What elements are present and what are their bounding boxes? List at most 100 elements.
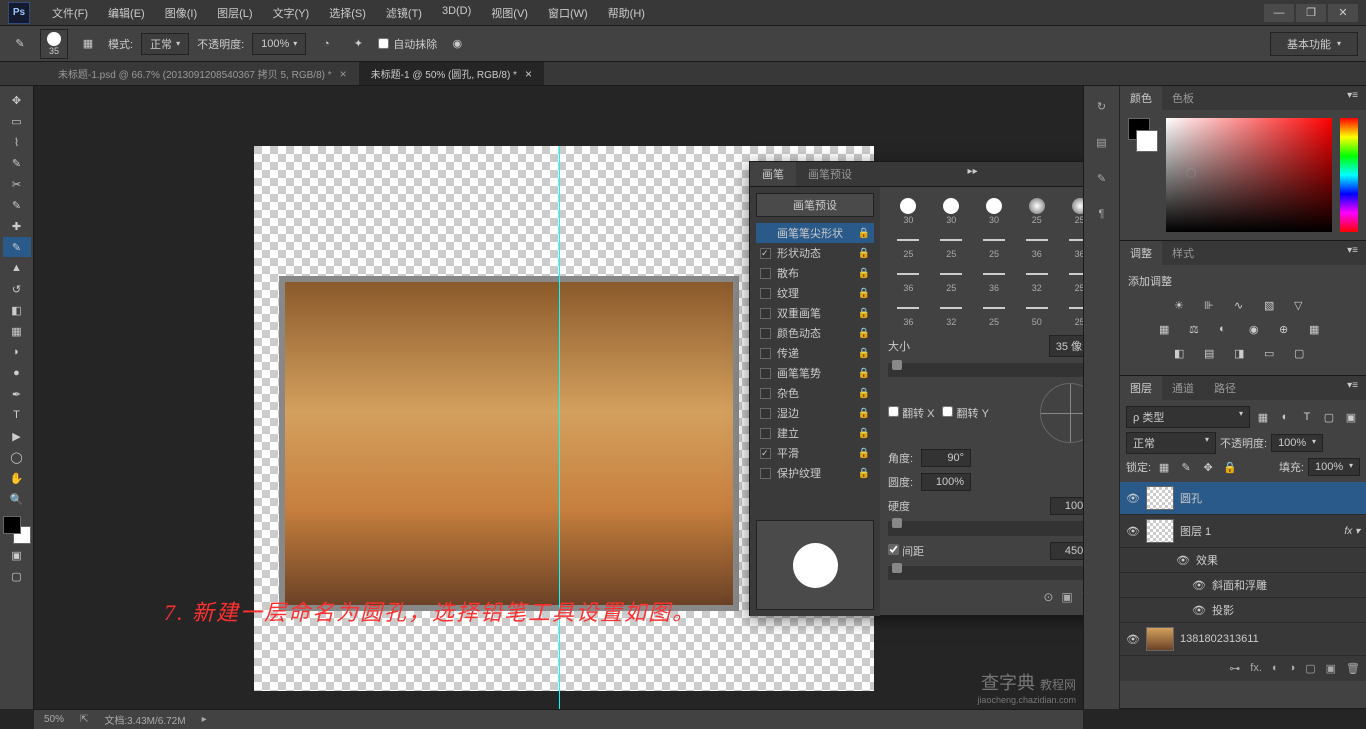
spacing-value[interactable]: 450%: [1050, 542, 1083, 560]
lock-icon[interactable]: 🔒: [858, 408, 870, 419]
brush-tab[interactable]: 画笔: [750, 162, 796, 186]
gradient-tool[interactable]: ▦: [3, 321, 31, 341]
opacity-select[interactable]: 100%▾: [252, 33, 306, 55]
filter-shape-icon[interactable]: ▢: [1320, 409, 1338, 425]
layer-fx-icon[interactable]: fx.: [1250, 662, 1262, 675]
lock-icon[interactable]: 🔒: [858, 428, 870, 439]
gradient-map-icon[interactable]: ▭: [1264, 347, 1282, 363]
selective-icon[interactable]: ▢: [1294, 347, 1312, 363]
menu-item[interactable]: 3D(D): [432, 5, 481, 21]
layer-thumbnail[interactable]: [1146, 627, 1174, 651]
visibility-icon[interactable]: 👁: [1126, 633, 1140, 646]
lock-icon[interactable]: 🔒: [858, 468, 870, 479]
adjustments-tab[interactable]: 调整: [1120, 241, 1162, 265]
zoom-level[interactable]: 50%: [44, 714, 64, 725]
brush-preset-cell[interactable]: 25: [1059, 263, 1083, 295]
visibility-icon[interactable]: 👁: [1192, 579, 1206, 592]
lock-icon[interactable]: 🔒: [858, 328, 870, 339]
channels-tab[interactable]: 通道: [1162, 376, 1204, 400]
photo-filter-icon[interactable]: ◉: [1249, 323, 1267, 339]
spacing-slider[interactable]: [888, 566, 1083, 580]
mixer-icon[interactable]: ⊕: [1279, 323, 1297, 339]
lock-icon[interactable]: 🔒: [858, 248, 870, 259]
color-tab[interactable]: 颜色: [1120, 86, 1162, 110]
color-swatches[interactable]: [3, 516, 31, 544]
threshold-icon[interactable]: ◨: [1234, 347, 1252, 363]
toggle-preview-icon[interactable]: ⊙: [1043, 590, 1053, 604]
brush-option-item[interactable]: 双重画笔🔒: [756, 303, 874, 323]
export-icon[interactable]: ⇱: [80, 714, 88, 725]
menu-item[interactable]: 选择(S): [319, 5, 376, 21]
tab-close-icon[interactable]: ×: [525, 67, 532, 81]
marquee-tool[interactable]: ▭: [3, 111, 31, 131]
new-group-icon[interactable]: ▢: [1305, 662, 1315, 675]
layers-panel-menu[interactable]: ▾≡: [1339, 376, 1366, 400]
link-layers-icon[interactable]: ⊶: [1229, 662, 1240, 675]
lock-icon[interactable]: 🔒: [858, 228, 870, 239]
layer-fill[interactable]: 100%▾: [1308, 458, 1360, 476]
pencil-tool[interactable]: ✎: [3, 237, 31, 257]
hue-icon[interactable]: ▦: [1159, 323, 1177, 339]
delete-brush-icon[interactable]: 🗑: [1081, 590, 1083, 604]
layer-thumbnail[interactable]: [1146, 486, 1174, 510]
brush-preset-cell[interactable]: 25: [931, 263, 972, 295]
filter-smart-icon[interactable]: ▣: [1342, 409, 1360, 425]
menu-item[interactable]: 图像(I): [155, 5, 207, 21]
canvas-area[interactable]: 7. 新建一层命名为圆孔，选择铅笔工具设置如图。 画笔 画笔预设 ▸▸ ▾≡ 画…: [34, 86, 1083, 709]
maximize-button[interactable]: ❐: [1296, 4, 1326, 22]
lock-icon[interactable]: 🔒: [858, 368, 870, 379]
eyedropper-tool[interactable]: ✎: [3, 195, 31, 215]
brush-option-item[interactable]: 传递🔒: [756, 343, 874, 363]
hardness-slider[interactable]: [888, 521, 1083, 535]
quick-mask-icon[interactable]: ▣: [3, 545, 31, 565]
brush-preset-cell[interactable]: 25: [931, 229, 972, 261]
brush-preset-cell[interactable]: 30: [974, 195, 1015, 227]
eraser-tool[interactable]: ◧: [3, 300, 31, 320]
brush-option-item[interactable]: 纹理🔒: [756, 283, 874, 303]
brush-panel-toggle[interactable]: ▦: [76, 32, 100, 56]
path-select-tool[interactable]: ▶: [3, 426, 31, 446]
brush-preset-cell[interactable]: 36: [888, 297, 929, 329]
angle-value[interactable]: 90°: [921, 449, 971, 467]
pressure-opacity-icon[interactable]: ◔: [314, 32, 338, 56]
document-tab[interactable]: 未标题-1 @ 50% (圆孔, RGB/8) *×: [359, 62, 544, 85]
hardness-value[interactable]: 100%: [1050, 497, 1083, 515]
color-field[interactable]: [1166, 118, 1332, 232]
new-fill-icon[interactable]: ◑: [1289, 662, 1296, 675]
filter-adjust-icon[interactable]: ◐: [1276, 409, 1294, 425]
brush-preset-button[interactable]: 画笔预设: [756, 193, 874, 217]
panel-collapse-icon[interactable]: ▸▸: [960, 162, 986, 186]
shape-tool[interactable]: ◯: [3, 447, 31, 467]
styles-tab[interactable]: 样式: [1162, 241, 1204, 265]
filter-type-icon[interactable]: T: [1298, 409, 1316, 425]
vibrance-icon[interactable]: ▽: [1294, 299, 1312, 315]
layer-item[interactable]: 👁图层 1fx ▾: [1120, 515, 1366, 548]
brush-option-item[interactable]: 画笔笔势🔒: [756, 363, 874, 383]
brush-preset-cell[interactable]: 32: [931, 297, 972, 329]
doc-info-menu[interactable]: ▸: [202, 714, 207, 725]
menu-item[interactable]: 滤镜(T): [376, 5, 432, 21]
lasso-tool[interactable]: ⌇: [3, 132, 31, 152]
layer-item[interactable]: 👁圆孔: [1120, 482, 1366, 515]
lock-icon[interactable]: 🔒: [858, 388, 870, 399]
layer-effect-item[interactable]: 👁投影: [1120, 598, 1366, 623]
workspace-switcher[interactable]: 基本功能▾: [1270, 32, 1358, 56]
blur-tool[interactable]: ◗: [3, 342, 31, 362]
lookup-icon[interactable]: ▦: [1309, 323, 1327, 339]
panel-menu-icon[interactable]: ▾≡: [1081, 162, 1083, 186]
brush-preset-cell[interactable]: 25: [1059, 195, 1083, 227]
spacing-checkbox[interactable]: 间距: [888, 543, 924, 559]
new-brush-icon[interactable]: ▣: [1061, 590, 1072, 604]
brush-option-item[interactable]: 保护纹理🔒: [756, 463, 874, 483]
close-button[interactable]: ✕: [1328, 4, 1358, 22]
curves-icon[interactable]: ∿: [1234, 299, 1252, 315]
layer-mask-icon[interactable]: ◐: [1272, 662, 1279, 675]
minimize-button[interactable]: —: [1264, 4, 1294, 22]
lock-icon[interactable]: 🔒: [858, 448, 870, 459]
screen-mode-icon[interactable]: ▢: [3, 566, 31, 586]
lock-icon[interactable]: 🔒: [858, 308, 870, 319]
menu-item[interactable]: 窗口(W): [538, 5, 598, 21]
layer-opacity[interactable]: 100%▾: [1271, 434, 1323, 452]
lock-icon[interactable]: 🔒: [858, 348, 870, 359]
brush-option-item[interactable]: 平滑🔒: [756, 443, 874, 463]
